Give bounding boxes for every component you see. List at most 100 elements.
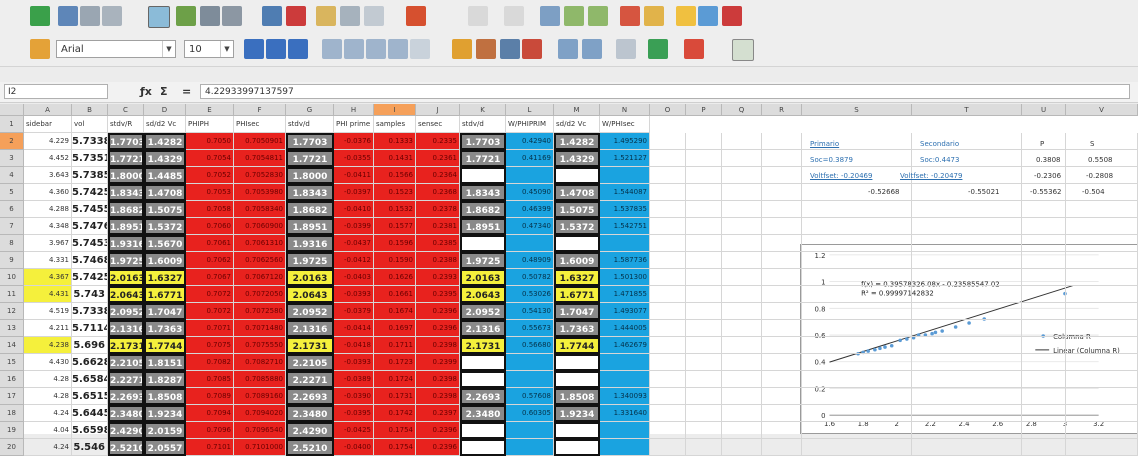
column-title-cell[interactable]: sd/d2 Vc: [554, 116, 600, 133]
empty-cell[interactable]: [802, 439, 912, 456]
column-title-cell[interactable]: W/PHIsec: [600, 116, 650, 133]
data-cell[interactable]: 4.28: [24, 371, 72, 388]
empty-cell[interactable]: [650, 235, 686, 252]
data-cell[interactable]: 5.7468: [72, 252, 108, 269]
data-cell[interactable]: 0.7052: [186, 167, 234, 184]
sidebar-toggle-icon[interactable]: [732, 39, 754, 61]
data-cell[interactable]: 2.1731: [460, 337, 506, 354]
empty-cell[interactable]: [686, 320, 722, 337]
data-cell[interactable]: 0.2398: [416, 337, 460, 354]
data-cell[interactable]: 1.5075: [144, 201, 186, 218]
empty-cell[interactable]: [1066, 133, 1138, 150]
data-cell[interactable]: 1.340093: [600, 388, 650, 405]
data-cell[interactable]: 0.2396: [416, 422, 460, 439]
empty-cell[interactable]: [722, 150, 762, 167]
data-cell[interactable]: 0.7096540: [234, 422, 286, 439]
data-cell[interactable]: 1.542751: [600, 218, 650, 235]
data-cell[interactable]: 4.331: [24, 252, 72, 269]
data-cell[interactable]: 0.7075: [186, 337, 234, 354]
row-header[interactable]: 5: [0, 184, 24, 201]
data-cell[interactable]: 0.7061: [186, 235, 234, 252]
data-cell[interactable]: 1.9316: [286, 235, 334, 252]
data-cell[interactable]: -0.0399: [334, 218, 374, 235]
data-cell[interactable]: 0.1723: [374, 354, 416, 371]
empty-cell[interactable]: [722, 133, 762, 150]
data-cell[interactable]: [554, 167, 600, 184]
data-cell[interactable]: 0.1742: [374, 405, 416, 422]
data-cell[interactable]: 5.7425: [72, 269, 108, 286]
empty-cell[interactable]: [650, 320, 686, 337]
row-header[interactable]: 3: [0, 150, 24, 167]
data-cell[interactable]: 0.42940: [506, 133, 554, 150]
column-header[interactable]: J: [416, 104, 460, 116]
data-cell[interactable]: 1.7047: [554, 303, 600, 320]
data-cell[interactable]: 1.8151: [144, 354, 186, 371]
empty-cell[interactable]: [912, 388, 1022, 405]
data-cell[interactable]: 1.8508: [144, 388, 186, 405]
empty-cell[interactable]: [686, 354, 722, 371]
data-cell[interactable]: -0.0411: [334, 167, 374, 184]
data-cell[interactable]: 1.587736: [600, 252, 650, 269]
data-cell[interactable]: 0.7062: [186, 252, 234, 269]
data-cell[interactable]: 0.56680: [506, 337, 554, 354]
data-cell[interactable]: -0.0425: [334, 422, 374, 439]
data-cell[interactable]: -0.0379: [334, 303, 374, 320]
data-cell[interactable]: 4.348: [24, 218, 72, 235]
empty-cell[interactable]: [1022, 371, 1066, 388]
data-cell[interactable]: 0.7053980: [234, 184, 286, 201]
data-cell[interactable]: 0.2399: [416, 354, 460, 371]
empty-cell[interactable]: [650, 201, 686, 218]
empty-cell[interactable]: [912, 422, 1022, 439]
empty-cell[interactable]: [912, 184, 1022, 201]
empty-cell[interactable]: [912, 354, 1022, 371]
empty-cell[interactable]: [802, 405, 912, 422]
empty-cell[interactable]: [650, 337, 686, 354]
data-cell[interactable]: [554, 354, 600, 371]
data-cell[interactable]: 4.211: [24, 320, 72, 337]
empty-cell[interactable]: [686, 218, 722, 235]
data-cell[interactable]: -0.0395: [334, 405, 374, 422]
data-cell[interactable]: 1.8343: [286, 184, 334, 201]
data-cell[interactable]: 2.5210: [286, 439, 334, 456]
data-cell[interactable]: [554, 422, 600, 439]
data-cell[interactable]: 0.7067: [186, 269, 234, 286]
data-cell[interactable]: 1.7721: [108, 150, 144, 167]
row-header[interactable]: 9: [0, 252, 24, 269]
empty-cell[interactable]: [722, 320, 762, 337]
data-cell[interactable]: 0.7094: [186, 405, 234, 422]
data-cell[interactable]: 2.3480: [460, 405, 506, 422]
data-cell[interactable]: 1.495290: [600, 133, 650, 150]
data-cell[interactable]: 1.7363: [554, 320, 600, 337]
bold-icon[interactable]: [244, 39, 264, 59]
data-cell[interactable]: 2.3480: [108, 405, 144, 422]
data-cell[interactable]: [554, 371, 600, 388]
empty-cell[interactable]: [650, 218, 686, 235]
empty-cell[interactable]: [762, 422, 802, 439]
data-cell[interactable]: 0.2368: [416, 184, 460, 201]
data-cell[interactable]: 1.8951: [108, 218, 144, 235]
data-cell[interactable]: 2.1731: [108, 337, 144, 354]
data-cell[interactable]: 2.2693: [108, 388, 144, 405]
data-cell[interactable]: 1.5372: [144, 218, 186, 235]
data-cell[interactable]: 5.7114: [72, 320, 108, 337]
preview-icon[interactable]: [80, 6, 100, 26]
empty-cell[interactable]: [722, 235, 762, 252]
styles-icon[interactable]: [30, 39, 50, 59]
empty-cell[interactable]: [802, 269, 912, 286]
column-title-cell[interactable]: PHIPH: [186, 116, 234, 133]
empty-cell[interactable]: [722, 286, 762, 303]
data-cell[interactable]: 0.7050: [186, 133, 234, 150]
data-cell[interactable]: [554, 235, 600, 252]
data-cell[interactable]: [600, 422, 650, 439]
empty-cell[interactable]: [1022, 252, 1066, 269]
data-cell[interactable]: 1.4329: [554, 150, 600, 167]
data-cell[interactable]: 0.53026: [506, 286, 554, 303]
empty-cell[interactable]: [686, 235, 722, 252]
empty-cell[interactable]: [762, 337, 802, 354]
data-cell[interactable]: 0.7050901: [234, 133, 286, 150]
column-header[interactable]: E: [186, 104, 234, 116]
empty-cell[interactable]: [1066, 354, 1138, 371]
data-cell[interactable]: 5.743: [72, 286, 108, 303]
data-cell[interactable]: 0.2397: [416, 405, 460, 422]
empty-cell[interactable]: [722, 422, 762, 439]
